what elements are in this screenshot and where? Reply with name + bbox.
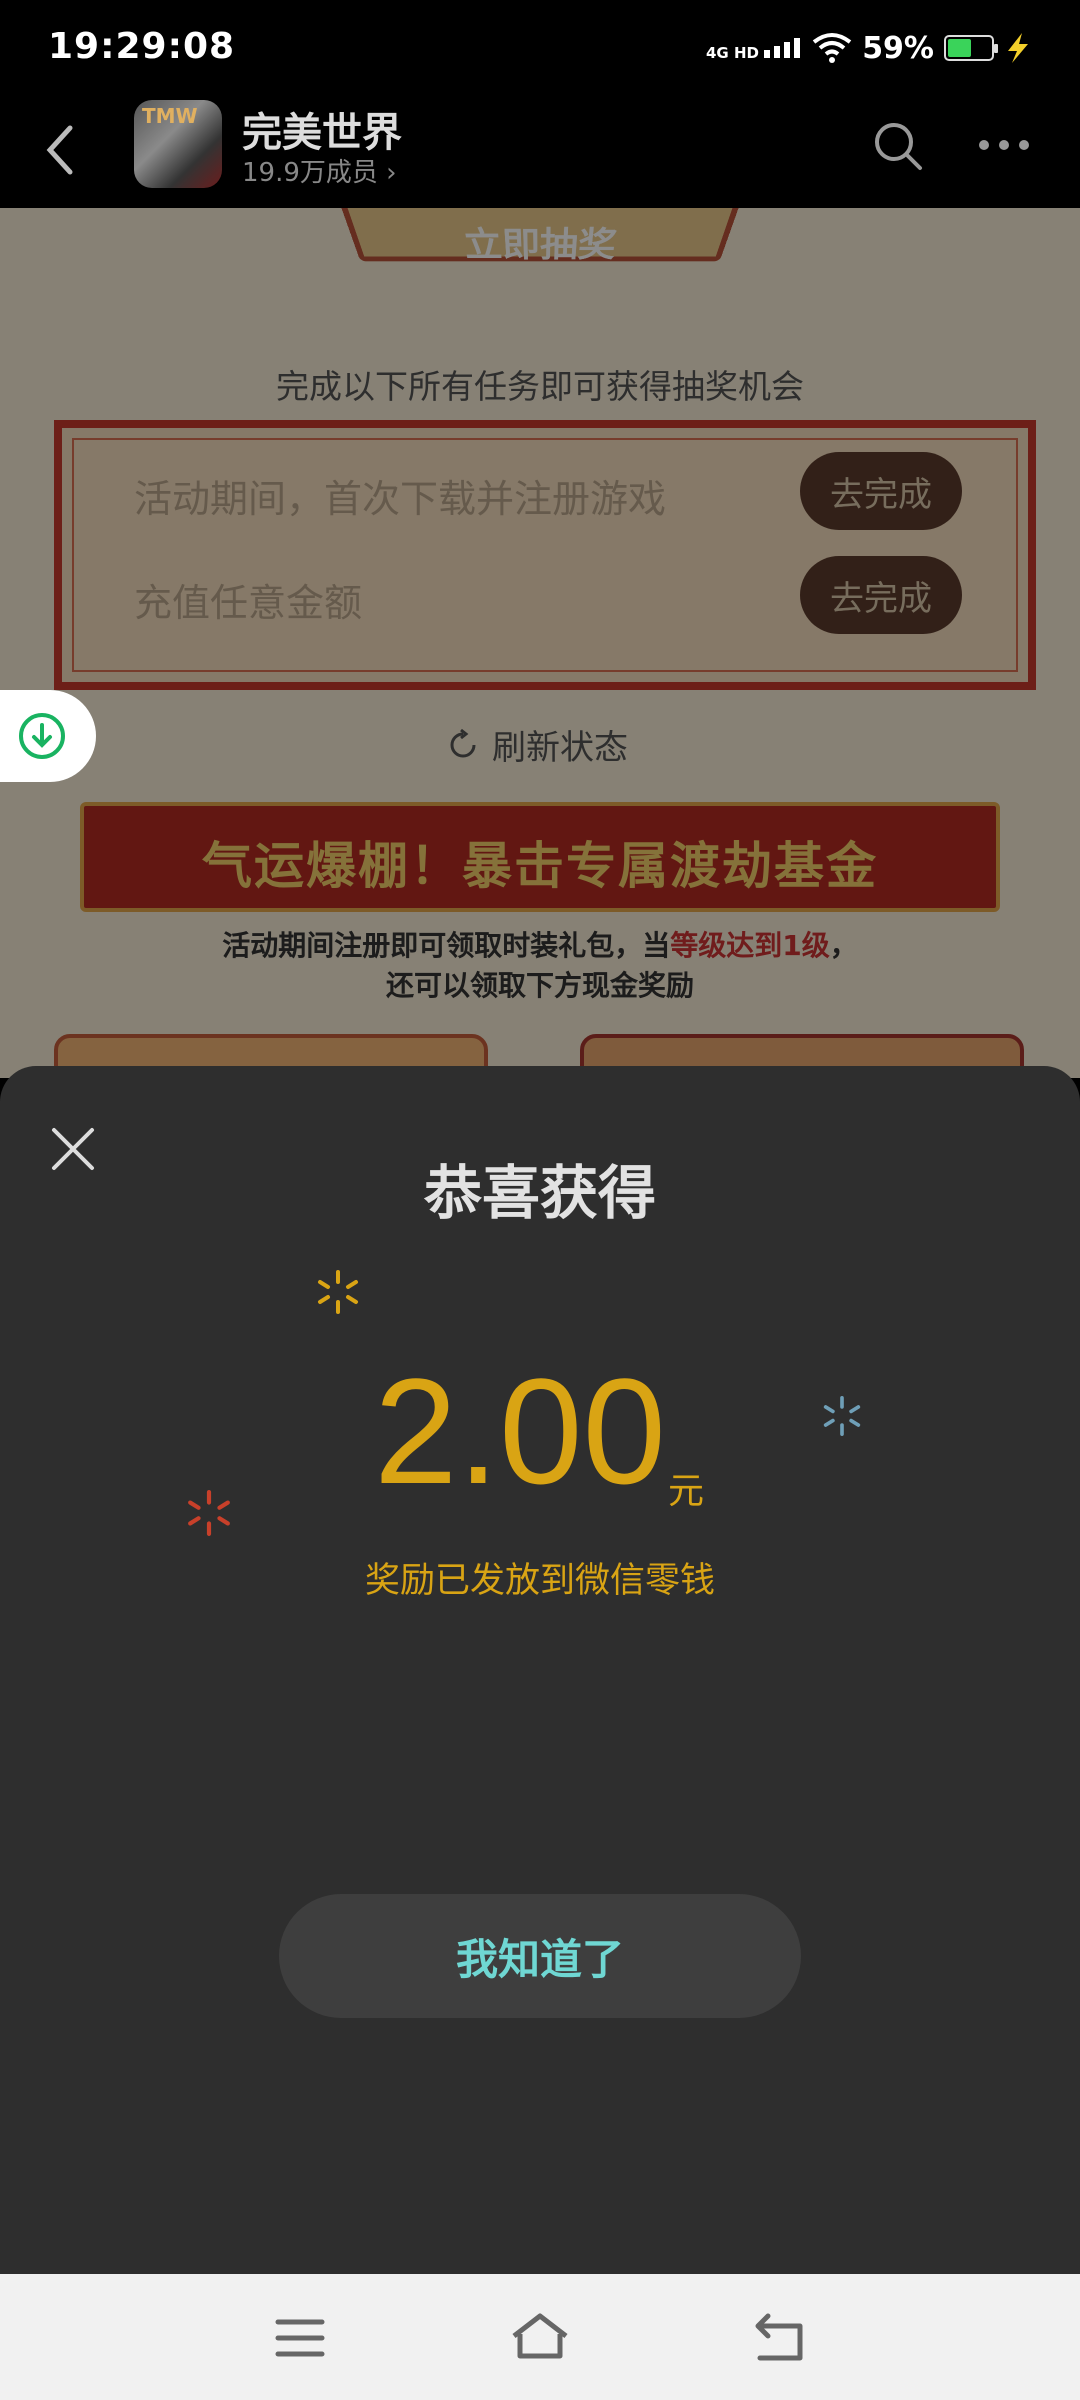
- sheet-title: 恭喜获得: [423, 1159, 656, 1227]
- status-bar: 19:29:08 4G HD 59%: [0, 0, 1080, 90]
- battery-percent: 59%: [862, 30, 934, 66]
- wifi-icon: [812, 33, 852, 63]
- chat-header: TMW 完美世界 19.9万成员 ›: [0, 90, 1080, 208]
- back-icon[interactable]: [40, 120, 80, 180]
- group-name[interactable]: 完美世界: [242, 100, 402, 158]
- back-nav-icon[interactable]: [750, 2308, 810, 2368]
- sparkle-icon: [823, 1396, 861, 1436]
- clock: 19:29:08: [48, 26, 236, 67]
- network-type: 4G HD: [706, 36, 802, 61]
- sparkle-icon: [188, 1490, 230, 1536]
- currency-unit: 元: [668, 1471, 705, 1512]
- more-icon[interactable]: [974, 118, 1034, 172]
- confirm-button[interactable]: 我知道了: [279, 1894, 801, 2018]
- system-nav-bar: [0, 2274, 1080, 2400]
- download-icon: [19, 713, 65, 759]
- search-icon[interactable]: [870, 118, 924, 172]
- charging-icon: [1008, 33, 1028, 63]
- status-icons: 4G HD 59%: [706, 28, 1032, 68]
- signal-icon: [764, 38, 801, 58]
- download-button[interactable]: [0, 690, 96, 782]
- home-icon[interactable]: [510, 2308, 570, 2368]
- avatar[interactable]: TMW: [134, 100, 222, 188]
- sparkle-icon: [318, 1270, 358, 1314]
- battery-icon: [944, 35, 998, 61]
- reward-note: 奖励已发放到微信零钱: [364, 1561, 715, 1601]
- reward-amount: 2.00: [374, 1347, 666, 1515]
- menu-icon[interactable]: [270, 2308, 330, 2368]
- member-count[interactable]: 19.9万成员 ›: [242, 152, 397, 189]
- reward-sheet: 恭喜获得 2.00 元 奖励已发放到微信零钱 我知道了: [0, 1066, 1080, 2276]
